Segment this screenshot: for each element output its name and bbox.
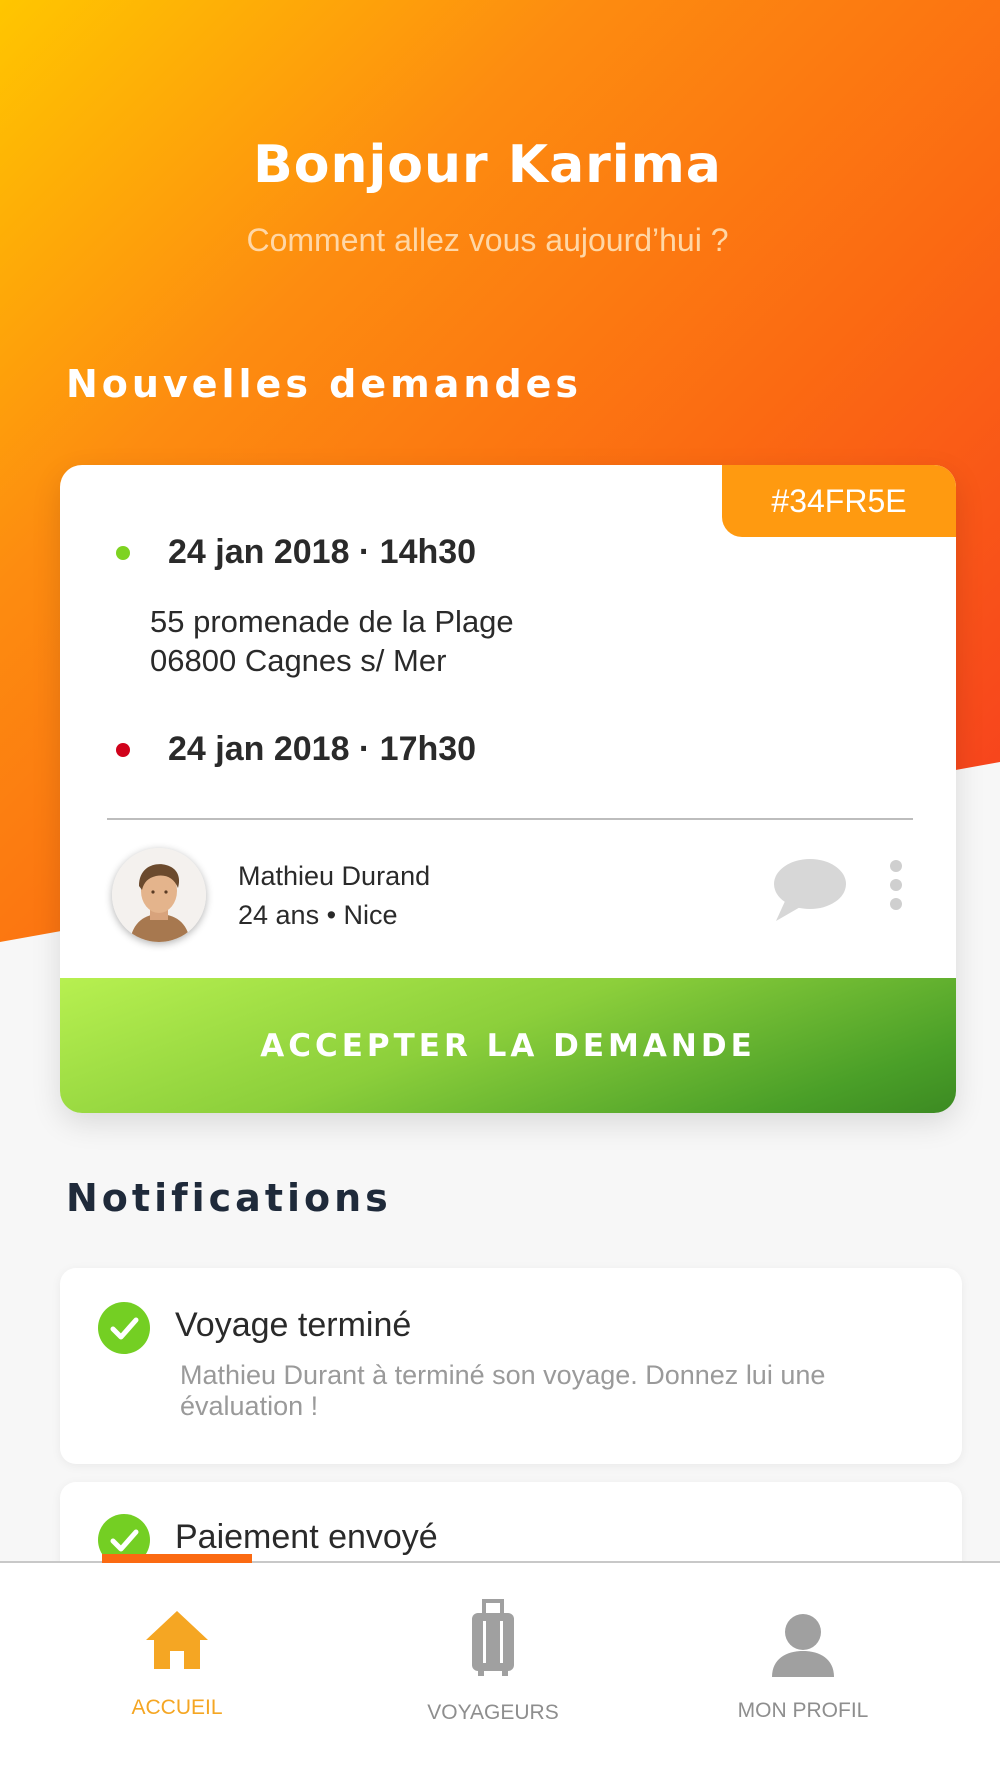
traveler-name: Mathieu Durand bbox=[238, 861, 431, 891]
address-line-1: 55 promenade de la Plage bbox=[150, 604, 514, 639]
active-tab-indicator bbox=[102, 1554, 252, 1563]
greeting-subtitle: Comment allez vous aujourd’hui ? bbox=[246, 222, 729, 258]
tab-voyageurs[interactable]: VOYAGEURS bbox=[383, 1563, 603, 1780]
traveler-meta: 24 ans • Nice bbox=[238, 900, 398, 930]
tab-accueil[interactable]: ACCUEIL bbox=[67, 1563, 287, 1780]
end-dot-icon bbox=[116, 743, 130, 757]
tab-label: MON PROFIL bbox=[737, 1699, 869, 1722]
notification-card[interactable]: Voyage terminé Mathieu Durant à terminé … bbox=[60, 1268, 962, 1464]
bottom-tab-bar: ACCUEIL VOYAGEURS MON PROFIL bbox=[0, 1554, 1000, 1780]
avatar[interactable] bbox=[112, 848, 206, 942]
card-divider bbox=[107, 818, 913, 820]
greeting-title: Bonjour Karima bbox=[253, 135, 722, 195]
tab-mon-profil[interactable]: MON PROFIL bbox=[693, 1563, 913, 1780]
request-card[interactable]: #34FR5E 24 jan 2018 · 14h30 55 promenade… bbox=[60, 465, 956, 1113]
notification-text: Mathieu Durant à terminé son voyage. Don… bbox=[180, 1360, 826, 1421]
notifications-title: Notifications bbox=[66, 1176, 392, 1220]
address-line-2: 06800 Cagnes s/ Mer bbox=[150, 643, 447, 678]
notification-title: Paiement envoyé bbox=[175, 1518, 438, 1556]
chat-bubble-icon[interactable] bbox=[772, 857, 848, 928]
tab-label: ACCUEIL bbox=[131, 1696, 223, 1719]
start-datetime: 24 jan 2018 · 14h30 bbox=[168, 533, 477, 571]
start-dot-icon bbox=[116, 546, 130, 560]
notification-title: Voyage terminé bbox=[175, 1306, 412, 1344]
request-reference-badge: #34FR5E bbox=[722, 465, 956, 537]
new-requests-title: Nouvelles demandes bbox=[66, 362, 583, 406]
end-datetime: 24 jan 2018 · 17h30 bbox=[168, 730, 477, 768]
more-vertical-icon[interactable] bbox=[888, 859, 904, 926]
accept-request-button[interactable]: ACCEPTER LA DEMANDE bbox=[60, 978, 956, 1113]
tab-label: VOYAGEURS bbox=[427, 1701, 559, 1724]
check-circle-icon bbox=[98, 1302, 150, 1354]
